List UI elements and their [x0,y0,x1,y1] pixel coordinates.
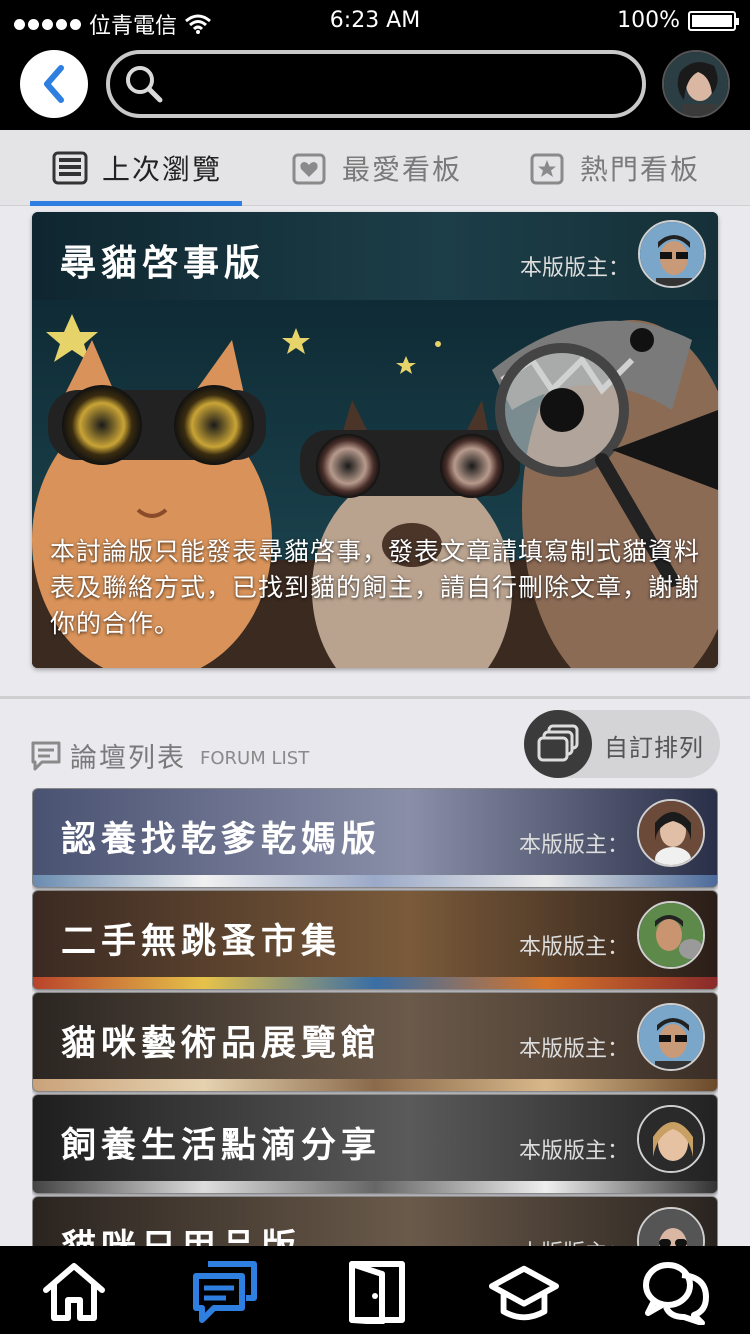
avatar-image [639,1209,703,1246]
tab-favorites[interactable]: 最愛看板 [292,130,462,206]
bottom-tab-bar [0,1246,750,1334]
tab-forum[interactable] [188,1256,260,1328]
forum-list-subtitle: FORUM LIST [200,748,310,769]
custom-sort-button[interactable]: 自訂排列 [524,710,720,778]
search-input[interactable] [174,69,642,99]
avatar-image [640,222,704,286]
stacked-cards-icon [537,724,579,762]
academy-icon [488,1265,560,1321]
tab-label: 熱門看板 [580,153,701,186]
tab-door[interactable] [340,1256,412,1328]
board-title: 貓咪日用品版 [61,1219,301,1246]
active-tab-indicator [30,201,242,206]
board-title: 飼養生活點滴分享 [61,1126,382,1166]
featured-board-header: 尋貓啓事版 本版版主： [32,212,718,300]
moderator-avatar[interactable] [637,1207,705,1246]
search-bar[interactable] [106,50,646,118]
sort-icon-wrap [524,710,592,778]
moderator-avatar[interactable] [637,799,705,867]
moderator-avatar[interactable] [637,1105,705,1173]
status-right: 100% [617,8,739,33]
avatar-image [639,1005,703,1069]
board-image-strip [33,1079,717,1091]
featured-board-description: 本討論版只能發表尋貓啓事，發表文章請填寫制式貓資料表及聯絡方式，已找到貓的飼主，… [50,537,701,638]
tab-academy[interactable] [488,1256,560,1328]
forum-list-header: 論壇列表 FORUM LIST [30,736,309,775]
tab-recent[interactable]: 上次瀏覽 [52,130,222,206]
moderator-avatar[interactable] [638,220,706,288]
door-icon [349,1261,405,1324]
avatar-image [639,801,703,865]
board-list: 認養找乾爹乾媽版 本版版主： 二手無跳蚤市集 本版版主： 貓咪藝術品展覽館 本版… [32,788,718,1246]
recent-icon [52,151,88,185]
board-item-flea-market[interactable]: 二手無跳蚤市集 本版版主： [32,890,718,990]
tab-chat[interactable] [640,1256,712,1328]
moderator-label: 本版版主： [518,1037,629,1062]
tab-popular[interactable]: 熱門看板 [530,130,700,206]
back-button[interactable] [20,50,88,118]
avatar-image [639,903,703,967]
user-avatar[interactable] [662,50,730,118]
heart-board-icon [292,153,326,185]
tab-home[interactable] [38,1256,110,1328]
board-item-art-gallery[interactable]: 貓咪藝術品展覽館 本版版主： [32,992,718,1092]
moderator-label: 本版版主： [519,256,630,281]
status-bar: 位青電信 6:23 AM 100% [0,0,750,40]
board-image-strip [33,977,717,989]
board-title: 貓咪藝術品展覽館 [61,1024,382,1064]
featured-board-card[interactable]: 尋貓啓事版 本版版主： 本討論版只能發表尋貓啓事，發表文章請填寫制式貓資料表及聯… [32,212,718,668]
board-title: 尋貓啓事版 [60,243,266,284]
tab-label: 最愛看板 [342,153,463,186]
battery-icon [688,10,739,31]
board-image-strip [33,1181,717,1193]
forum-icon [193,1261,257,1323]
search-icon [126,66,163,103]
moderator-label: 本版版主： [518,833,629,858]
board-item-daily-supplies[interactable]: 貓咪日用品版 本版版主： [32,1196,718,1246]
star-board-icon [530,153,564,185]
top-nav [0,40,750,130]
moderator-label: 本版版主： [518,935,629,960]
forum-list-title: 論壇列表 [70,743,186,774]
sort-label: 自訂排列 [604,734,704,762]
chevron-left-icon [44,65,64,103]
moderator-avatar[interactable] [637,1003,705,1071]
tab-bar-top: 上次瀏覽 最愛看板 熱門看板 [0,130,750,206]
section-divider [0,696,750,699]
moderator-avatar[interactable] [637,901,705,969]
battery-percent: 100% [617,8,680,33]
home-icon [43,1263,105,1321]
tab-label: 上次瀏覽 [102,153,223,186]
avatar-image [664,52,728,116]
board-title: 認養找乾爹乾媽版 [61,820,382,860]
chat-icon [643,1262,709,1325]
moderator-label: 本版版主： [519,1235,629,1246]
board-title: 二手無跳蚤市集 [61,922,342,962]
board-image-strip [33,875,717,887]
forum-list-icon [31,741,61,770]
avatar-image [639,1107,703,1171]
board-item-adoption[interactable]: 認養找乾爹乾媽版 本版版主： [32,788,718,888]
moderator-label: 本版版主： [518,1139,629,1164]
board-item-life-sharing[interactable]: 飼養生活點滴分享 本版版主： [32,1094,718,1194]
